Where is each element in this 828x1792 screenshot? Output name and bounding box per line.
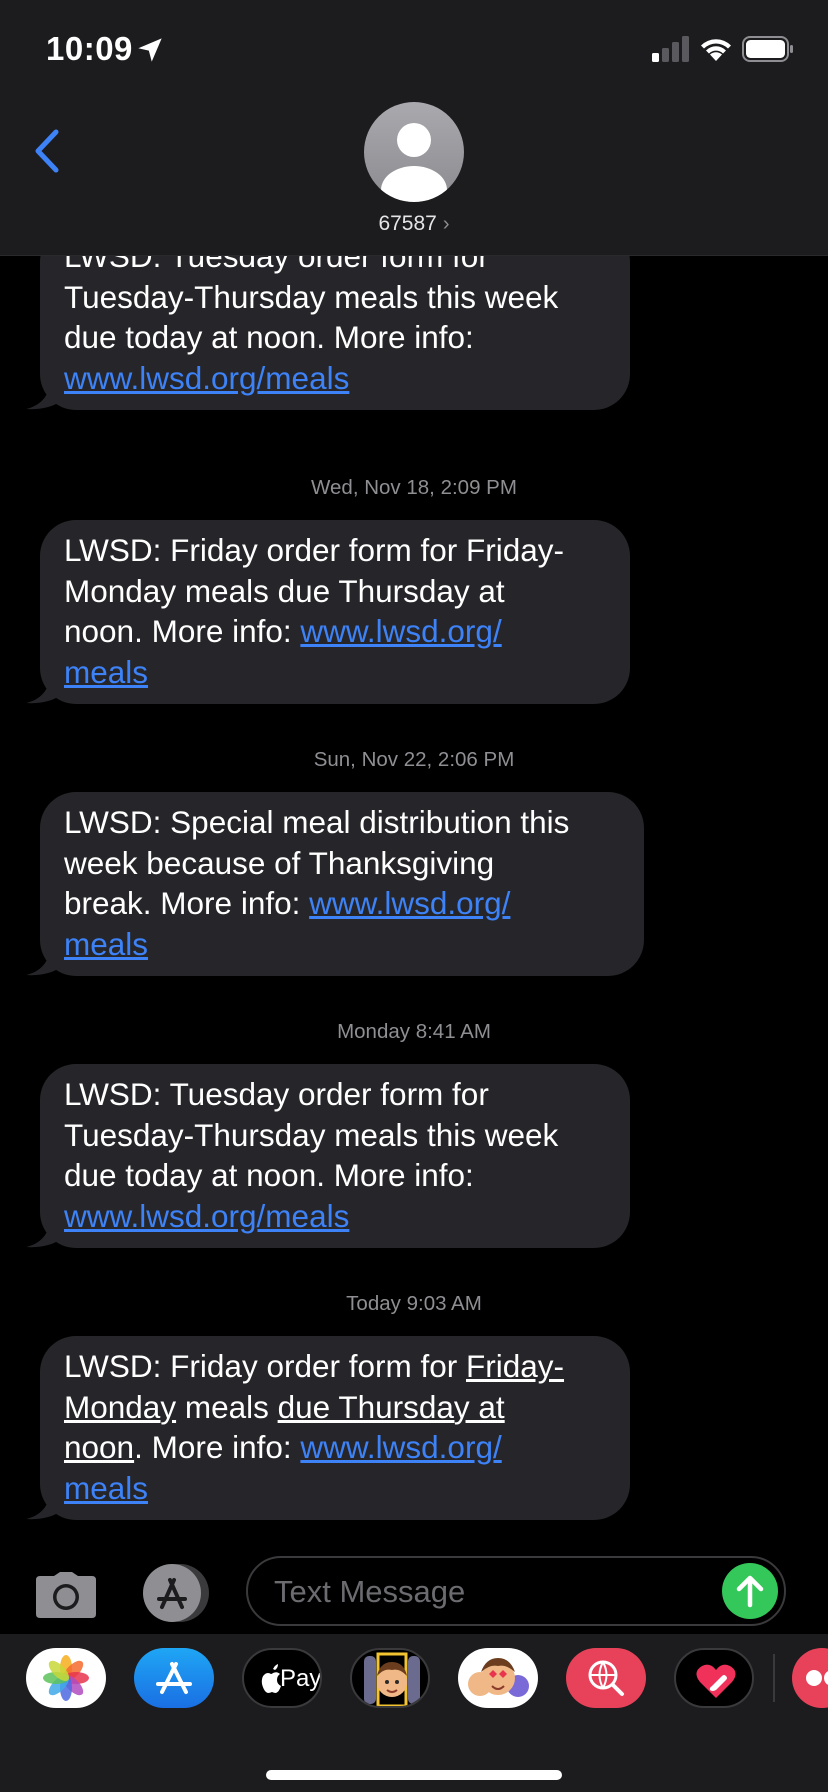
bubble-tail bbox=[26, 1218, 62, 1248]
web-image-search-app[interactable] bbox=[566, 1648, 646, 1708]
app-store-icon bbox=[156, 1662, 192, 1694]
message-input[interactable] bbox=[274, 1568, 714, 1616]
message-thread[interactable]: LWSD: Tuesday order form for Tuesday-Thu… bbox=[0, 256, 828, 1550]
timestamp: Wed, Nov 18, 2:09 PM bbox=[311, 476, 517, 499]
bubble-tail bbox=[26, 1490, 62, 1520]
photos-icon bbox=[43, 1655, 89, 1701]
digital-touch-app[interactable] bbox=[674, 1648, 754, 1708]
back-chevron-icon[interactable] bbox=[28, 126, 68, 176]
imessage-app-drawer: Pay bbox=[0, 1634, 828, 1792]
person-silhouette-icon bbox=[381, 123, 447, 202]
location-arrow-icon bbox=[138, 38, 162, 62]
chevron-right-icon: › bbox=[442, 213, 450, 235]
conversation-header: 67587 › bbox=[0, 96, 828, 256]
app-store-drawer-button[interactable] bbox=[140, 1562, 212, 1624]
arrow-up-icon bbox=[736, 1575, 764, 1608]
memoji-app[interactable] bbox=[350, 1648, 430, 1708]
bubble-tail bbox=[26, 674, 62, 704]
message-bubble[interactable]: LWSD: Special meal distribution this wee… bbox=[26, 792, 644, 976]
camera-icon[interactable] bbox=[34, 1570, 98, 1620]
meals-link[interactable]: www.lwsd.org/ bbox=[309, 885, 510, 921]
compose-bar bbox=[0, 1550, 828, 1634]
memoji-icon bbox=[364, 1652, 420, 1706]
meals-link[interactable]: meals bbox=[64, 1470, 148, 1506]
timestamp: Sun, Nov 22, 2:06 PM bbox=[313, 748, 515, 771]
memoji-stickers-icon bbox=[468, 1658, 529, 1697]
contact-avatar[interactable] bbox=[364, 102, 464, 202]
more-apps-partial[interactable] bbox=[792, 1648, 828, 1708]
data-detector-date[interactable]: noon bbox=[64, 1429, 134, 1465]
message-bubble[interactable]: LWSD: Tuesday order form for Tuesday-Thu… bbox=[26, 256, 630, 410]
meals-link[interactable]: www.lwsd.org/ bbox=[300, 1429, 501, 1465]
record-icon bbox=[806, 1670, 828, 1686]
contact-name[interactable]: 67587 › bbox=[0, 212, 828, 236]
memoji-stickers-app[interactable] bbox=[458, 1648, 538, 1708]
meals-link[interactable]: meals bbox=[64, 654, 148, 690]
app-store-app[interactable] bbox=[134, 1648, 214, 1708]
apple-pay-app[interactable]: Pay bbox=[242, 1648, 322, 1708]
photos-app[interactable] bbox=[26, 1648, 106, 1708]
apple-pay-label: Pay bbox=[280, 1665, 322, 1692]
meals-link[interactable]: www.lwsd.org/ bbox=[300, 613, 501, 649]
meals-link[interactable]: www.lwsd.org/meals bbox=[64, 360, 349, 396]
timestamp: Monday 8:41 AM bbox=[337, 1020, 491, 1043]
meals-link[interactable]: www.lwsd.org/meals bbox=[64, 1198, 349, 1234]
app-store-icon bbox=[143, 1564, 209, 1622]
message-text-field[interactable] bbox=[246, 1556, 786, 1626]
home-indicator[interactable] bbox=[266, 1770, 562, 1780]
message-bubble[interactable]: LWSD: Friday order form for Friday- Mond… bbox=[26, 1336, 630, 1520]
data-detector-date[interactable]: Monday bbox=[64, 1389, 176, 1425]
data-detector-date[interactable]: due Thursday at bbox=[278, 1389, 505, 1425]
globe-search-icon bbox=[588, 1660, 624, 1696]
timestamp: Today 9:03 AM bbox=[346, 1292, 482, 1315]
cellular-signal-icon bbox=[652, 36, 689, 62]
status-time: 10:09 bbox=[46, 30, 133, 67]
send-button[interactable] bbox=[722, 1563, 778, 1619]
meals-link[interactable]: meals bbox=[64, 926, 148, 962]
message-bubble[interactable]: LWSD: Friday order form for Friday- Mond… bbox=[26, 520, 630, 704]
bubble-tail bbox=[26, 380, 62, 410]
heart-touch-icon bbox=[696, 1664, 736, 1698]
drawer-divider bbox=[773, 1654, 775, 1702]
data-detector-date[interactable]: Friday- bbox=[466, 1348, 564, 1384]
message-bubble[interactable]: LWSD: Tuesday order form for Tuesday-Thu… bbox=[26, 1064, 630, 1248]
battery-icon bbox=[742, 36, 793, 62]
wifi-icon bbox=[701, 39, 731, 61]
status-bar: 10:09 bbox=[0, 0, 828, 96]
bubble-tail bbox=[26, 946, 62, 976]
